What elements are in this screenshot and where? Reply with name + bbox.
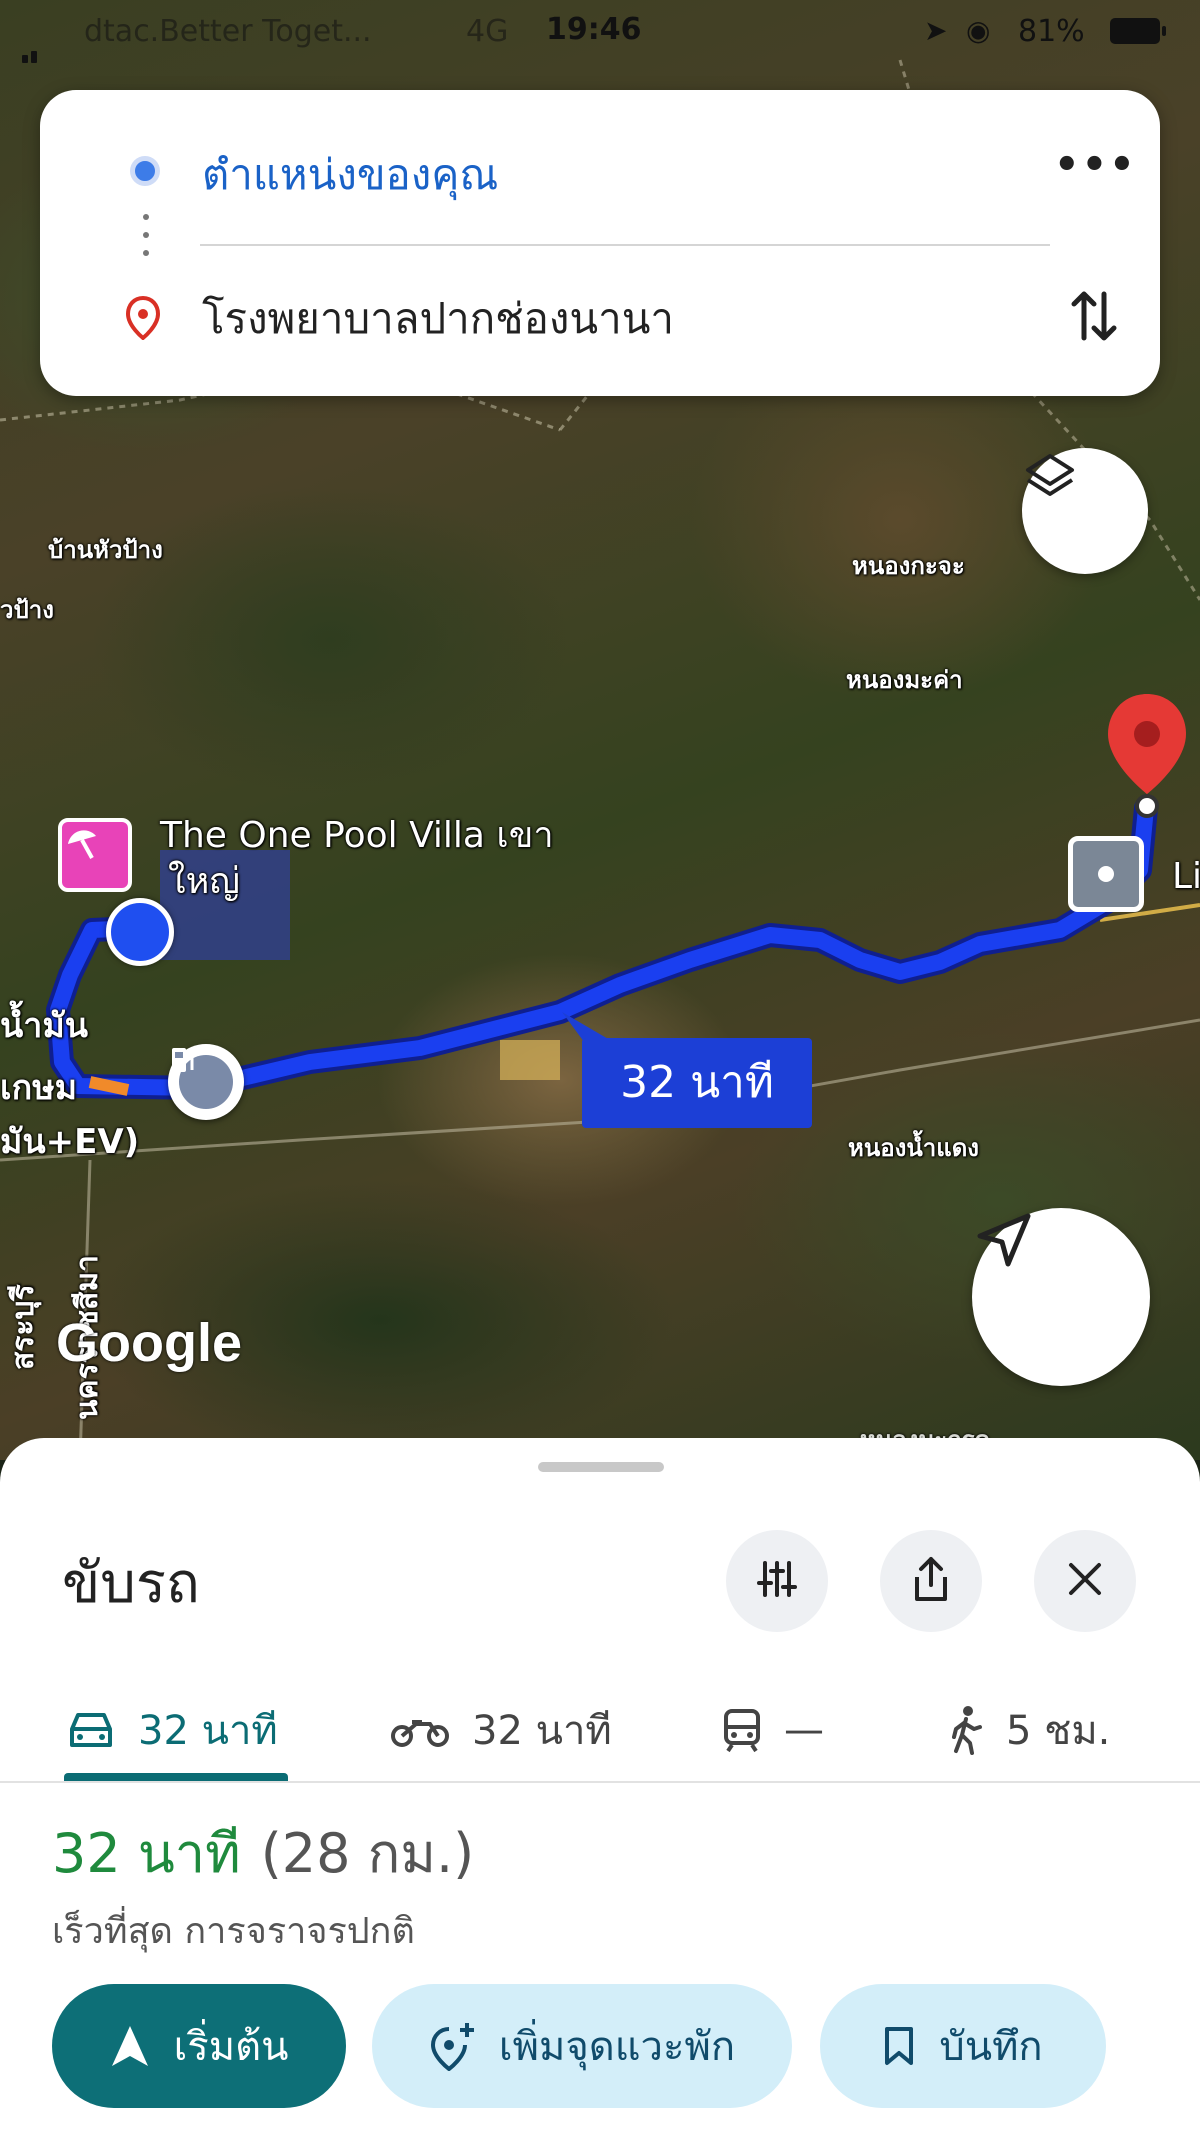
tab-transit-label: — bbox=[784, 1707, 824, 1753]
mode-title: ขับรถ bbox=[62, 1551, 200, 1616]
battery-percent: 81% bbox=[1018, 14, 1085, 49]
tab-motorcycle[interactable]: 32 นาที bbox=[390, 1680, 612, 1780]
destination-field[interactable]: โรงพยาบาลปากช่องนานา bbox=[202, 286, 674, 352]
add-stop-label: เพิ่มจุดแวะพัก bbox=[498, 2024, 736, 2070]
train-icon bbox=[722, 1707, 762, 1753]
place-marker-icon[interactable] bbox=[1068, 836, 1144, 912]
map-label: น้ำมัน bbox=[0, 1006, 88, 1046]
close-button[interactable] bbox=[1034, 1530, 1136, 1632]
tab-motorcycle-label: 32 นาที bbox=[472, 1708, 612, 1754]
navigation-icon bbox=[110, 2024, 150, 2068]
clock: 19:46 bbox=[546, 12, 642, 47]
poi-label: Li bbox=[1172, 856, 1200, 897]
tab-drive-label: 32 นาที bbox=[138, 1708, 278, 1754]
close-icon bbox=[1065, 1559, 1105, 1603]
walking-icon bbox=[948, 1705, 984, 1755]
tab-transit[interactable]: — bbox=[722, 1680, 824, 1780]
beach-umbrella-icon[interactable] bbox=[58, 818, 132, 892]
sliders-icon bbox=[755, 1557, 799, 1605]
destination-marker-icon bbox=[125, 295, 161, 344]
directions-search-card: ตำแหน่งของคุณ โรงพยาบาลปากช่องนานา ••• bbox=[40, 90, 1160, 396]
status-bar: dtac.Better Toget... 4G 19:46 ➤ ◉ 81% bbox=[0, 0, 1200, 64]
more-horizontal-icon: ••• bbox=[1054, 142, 1137, 188]
tab-walk-label: 5 ชม. bbox=[1006, 1708, 1111, 1754]
share-button[interactable] bbox=[880, 1530, 982, 1632]
bookmark-icon bbox=[883, 2025, 915, 2067]
orientation-lock-icon: ◉ bbox=[966, 14, 991, 47]
network-type: 4G bbox=[466, 14, 509, 49]
current-location-dot bbox=[106, 898, 174, 966]
field-divider bbox=[200, 244, 1050, 246]
origin-field[interactable]: ตำแหน่งของคุณ bbox=[202, 142, 498, 208]
map-label: บ้านหัวป้าง bbox=[48, 536, 163, 564]
tab-drive[interactable]: 32 นาที bbox=[66, 1680, 278, 1780]
swap-locations-button[interactable] bbox=[1054, 276, 1134, 356]
tab-divider bbox=[0, 1781, 1200, 1783]
route-dots-icon bbox=[143, 214, 149, 268]
location-services-icon: ➤ bbox=[924, 14, 948, 47]
drag-handle[interactable] bbox=[538, 1462, 664, 1472]
poi-label[interactable]: ใหญ่ bbox=[168, 852, 240, 909]
origin-dot-icon bbox=[130, 156, 160, 186]
add-location-icon bbox=[429, 2021, 475, 2071]
save-button[interactable]: บันทึก bbox=[820, 1984, 1106, 2108]
car-icon bbox=[66, 1709, 116, 1751]
add-stop-button[interactable]: เพิ่มจุดแวะพัก bbox=[372, 1984, 792, 2108]
battery-icon bbox=[1110, 18, 1166, 44]
motorcycle-icon bbox=[390, 1712, 450, 1748]
gas-station-icon[interactable] bbox=[168, 1044, 244, 1120]
route-options-button[interactable] bbox=[726, 1530, 828, 1632]
swap-arrows-icon bbox=[1054, 291, 1134, 360]
map-label: หนองกะจะ bbox=[852, 552, 965, 580]
map-label: มัน+EV) bbox=[0, 1122, 140, 1162]
map-label: หนองน้ำแดง bbox=[848, 1134, 980, 1162]
start-button[interactable]: เริ่มต้น bbox=[52, 1984, 346, 2108]
active-tab-indicator bbox=[64, 1773, 288, 1781]
google-logo: Google bbox=[56, 1313, 242, 1373]
map-label: เกษม bbox=[0, 1068, 78, 1108]
map-label: สระบุรี bbox=[6, 1284, 41, 1370]
route-description: เร็วที่สุด การจราจรปกติ bbox=[52, 1911, 415, 1952]
route-duration: 32 นาที bbox=[52, 1822, 241, 1885]
eta-callout[interactable]: 32 นาที bbox=[582, 1038, 812, 1128]
map-label: หนองมะค่า bbox=[846, 666, 963, 694]
recenter-button[interactable] bbox=[972, 1208, 1150, 1386]
share-icon bbox=[909, 1555, 953, 1607]
route-summary[interactable]: 32 นาที (28 กม.) bbox=[52, 1810, 474, 1896]
map-label: วป้าง bbox=[0, 596, 54, 624]
start-label: เริ่มต้น bbox=[173, 2024, 289, 2070]
directions-sheet: ขับรถ 32 นาที 32 นาที — 5 ชม. 32 นาที (2… bbox=[0, 1438, 1200, 2134]
save-label: บันทึก bbox=[939, 2024, 1043, 2070]
more-options-button[interactable]: ••• bbox=[1054, 140, 1137, 200]
carrier-name: dtac.Better Toget... bbox=[84, 14, 372, 49]
signal-strength-icon bbox=[22, 28, 40, 63]
tab-walk[interactable]: 5 ชม. bbox=[948, 1680, 1110, 1780]
route-distance: (28 กม.) bbox=[260, 1822, 475, 1885]
layers-button[interactable] bbox=[1022, 448, 1148, 574]
